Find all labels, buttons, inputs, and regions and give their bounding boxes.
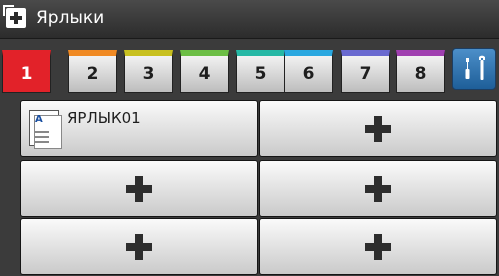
tab-7[interactable]: 7 (341, 50, 390, 93)
plus-icon (365, 115, 391, 142)
add-shortcut-button-5[interactable] (20, 218, 258, 275)
plus-icon (126, 233, 152, 260)
tab-bar: 1 2 3 4 5 6 7 8 (0, 39, 499, 94)
shortcut-grid: A ЯРЛЫК01 (0, 95, 499, 276)
add-shortcut-button-2[interactable] (259, 100, 497, 157)
tab-1[interactable]: 1 (2, 50, 51, 93)
settings-button[interactable] (452, 48, 496, 90)
title-bar: Ярлыки (0, 0, 499, 39)
tab-5[interactable]: 5 (236, 50, 285, 93)
tab-4[interactable]: 4 (180, 50, 229, 93)
shortcut-add-icon (3, 5, 26, 28)
shortcut-button-1[interactable]: A ЯРЛЫК01 (20, 100, 258, 157)
wrench-screwdriver-icon (465, 55, 485, 80)
tab-6[interactable]: 6 (284, 50, 333, 93)
add-shortcut-button-4[interactable] (259, 160, 497, 217)
plus-icon (365, 233, 391, 260)
add-shortcut-button-3[interactable] (20, 160, 258, 217)
tab-3[interactable]: 3 (124, 50, 173, 93)
plus-icon (126, 175, 152, 202)
tab-8[interactable]: 8 (396, 50, 445, 93)
page-title: Ярлыки (36, 8, 105, 28)
document-icon: A (29, 110, 62, 149)
add-shortcut-button-6[interactable] (259, 218, 497, 275)
tab-2[interactable]: 2 (68, 50, 117, 93)
plus-icon (365, 175, 391, 202)
shortcut-label: ЯРЛЫК01 (67, 109, 141, 127)
